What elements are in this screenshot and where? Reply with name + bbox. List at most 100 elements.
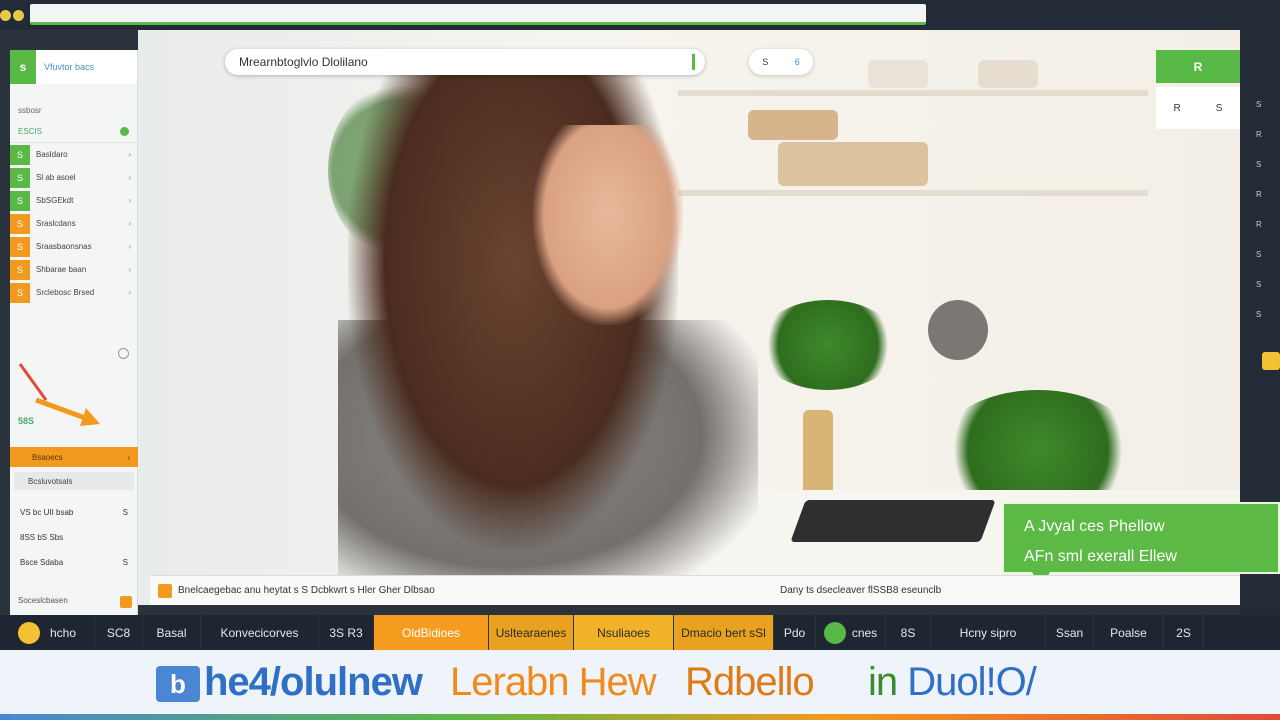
- toolbar-button[interactable]: SC8: [95, 615, 143, 650]
- window-controls[interactable]: [0, 8, 26, 22]
- toolbar-button[interactable]: Usltearaenes: [489, 615, 574, 650]
- sidebar-subheader[interactable]: Bcsluvotsals: [14, 472, 134, 490]
- pencil-cup: [803, 410, 833, 500]
- toolbar-button-label: Ssan: [1055, 625, 1084, 640]
- plant: [758, 300, 898, 390]
- sidebar-item-icon: S: [10, 259, 30, 280]
- toolbar-button[interactable]: Konvecicorves: [201, 615, 319, 650]
- toolbar-button[interactable]: Pdo: [774, 615, 816, 650]
- app-logo-icon[interactable]: s: [10, 50, 36, 84]
- toolbar-button[interactable]: Basal: [143, 615, 201, 650]
- notification-icon[interactable]: [1262, 352, 1280, 370]
- radio-button[interactable]: [118, 348, 129, 359]
- toolbar-button-label: Pdo: [783, 625, 806, 640]
- sidebar-item[interactable]: S Srclebosc Brsed ›: [10, 281, 137, 304]
- banner-word-4a: in: [868, 660, 908, 704]
- rail-item[interactable]: S: [1256, 100, 1261, 109]
- sidebar-item[interactable]: S Sraslcdans ›: [10, 212, 137, 235]
- rail-item[interactable]: R: [1256, 190, 1262, 199]
- toolbar-button[interactable]: Nsuliaoes: [574, 615, 674, 650]
- sidebar-section[interactable]: ESCIS: [10, 119, 137, 143]
- sidebar-orange-label: Bsaoecs: [32, 452, 63, 462]
- toolbar-button[interactable]: hcho: [0, 615, 95, 650]
- sidebar-item-label: Srclebosc Brsed: [36, 288, 95, 297]
- secondary-action-right[interactable]: S: [1216, 103, 1223, 114]
- rail-item[interactable]: S: [1256, 160, 1261, 169]
- toggle-pill[interactable]: S 6: [749, 49, 813, 75]
- toolbar-button[interactable]: 3S R3: [319, 615, 374, 650]
- toolbar-button-label: Poalse: [1110, 625, 1147, 640]
- toolbar-button[interactable]: 2S: [1164, 615, 1204, 650]
- sidebar-count: 58S: [18, 416, 35, 426]
- toolbar-button[interactable]: 8S: [886, 615, 931, 650]
- chevron-right-icon: ›: [128, 219, 131, 228]
- person-face: [533, 125, 683, 325]
- chevron-right-icon: ›: [128, 173, 131, 182]
- avatar-icon: [17, 621, 40, 644]
- sidebar-orange-item[interactable]: Bsaoecs ‹: [10, 447, 138, 467]
- sidebar-brand: Vfuvtor bacs: [44, 62, 95, 72]
- shelf: [678, 90, 1148, 96]
- callout-line-1: A Jvyal ces Phellow: [1024, 518, 1165, 535]
- sidebar-item-icon: S: [10, 282, 30, 303]
- sidebar-item[interactable]: S Sl ab asoel ›: [10, 166, 137, 189]
- main-stage: s Vfuvtor bacs ssbosr ESCIS S Basldaro › S S…: [0, 30, 1280, 615]
- address-bar[interactable]: [30, 4, 926, 25]
- shelf-box: [778, 142, 928, 186]
- search-input[interactable]: Mrearnbtoglvlo Dlolilano: [225, 49, 705, 75]
- caption-right: Dany ts dsecleaver flSSB8 eseunclb: [780, 585, 942, 596]
- sidebar-footer[interactable]: Soceslcbasen: [10, 596, 138, 608]
- caption-left: Bnelcaegebac anu heytat s S Dcbkwrt s Hl…: [178, 585, 435, 596]
- toolbar-button-label: Basal: [156, 625, 187, 640]
- banner-word-4b: Duol!O/: [907, 660, 1037, 704]
- chevron-right-icon: ›: [128, 242, 131, 251]
- window-control-icon[interactable]: [13, 10, 24, 21]
- sidebar-section-label: ESCIS: [18, 127, 43, 136]
- rail-item[interactable]: S: [1256, 250, 1261, 259]
- banner-word-1: he4/olulnew: [204, 660, 423, 704]
- sidebar-item-icon: S: [10, 213, 30, 234]
- list-item[interactable]: Bsce Sdaba S: [10, 550, 138, 575]
- sidebar-item[interactable]: S SbSGEkdt ›: [10, 189, 137, 212]
- toolbar-button[interactable]: Hcny sipro: [931, 615, 1046, 650]
- shelf-box: [748, 110, 838, 140]
- shelf-pot: [868, 60, 928, 88]
- keyboard: [790, 500, 996, 542]
- sidebar-item[interactable]: S Shbarae baan ›: [10, 258, 137, 281]
- list-item[interactable]: VS bc UII bsab S: [10, 500, 138, 525]
- toolbar-button-label: Dmacio bert sSl: [681, 625, 766, 640]
- sidebar-item-icon: S: [10, 144, 30, 165]
- toolbar-button-label: Hcny sipro: [959, 625, 1017, 640]
- toolbar-button[interactable]: Ssan: [1046, 615, 1094, 650]
- toolbar-button-label: SC8: [106, 625, 131, 640]
- text-cursor: [692, 54, 695, 70]
- secondary-action-left[interactable]: R: [1174, 103, 1181, 114]
- chevron-right-icon: ›: [128, 265, 131, 274]
- chevron-right-icon: ›: [128, 288, 131, 297]
- caption-bar: Bnelcaegebac anu heytat s S Dcbkwrt s Hl…: [150, 575, 1240, 605]
- sidebar-item-label: Shbarae baan: [36, 265, 87, 274]
- globe-decor: [928, 300, 988, 360]
- chevron-left-icon: ‹: [127, 452, 130, 462]
- toolbar-button-label: 2S: [1176, 625, 1191, 640]
- toolbar-button[interactable]: cnes: [816, 615, 886, 650]
- chevron-right-icon: ›: [128, 196, 131, 205]
- rail-item[interactable]: S: [1256, 310, 1261, 319]
- pill-right-label: 6: [794, 57, 800, 67]
- sidebar-item-icon: S: [10, 167, 30, 188]
- rail-item[interactable]: S: [1256, 280, 1261, 289]
- rail-item[interactable]: R: [1256, 130, 1262, 139]
- app-window: s Vfuvtor bacs ssbosr ESCIS S Basldaro › S S…: [0, 0, 1280, 720]
- sidebar-item[interactable]: S Sraasbaonsnas ›: [10, 235, 137, 258]
- sidebar-item[interactable]: S Basldaro ›: [10, 143, 137, 166]
- callout-line-2: AFn sml exerall Ellew: [1024, 548, 1177, 565]
- rail-item[interactable]: R: [1256, 220, 1262, 229]
- primary-action-button[interactable]: R: [1156, 50, 1240, 83]
- window-control-icon[interactable]: [0, 10, 11, 21]
- toolbar-button[interactable]: OldBidioes: [374, 615, 489, 650]
- sidebar-item-icon: S: [10, 190, 30, 211]
- banner-word-2: Lerabn Hew: [450, 660, 657, 704]
- list-item[interactable]: 8SS bS Sbs: [10, 525, 138, 550]
- toolbar-button[interactable]: Poalse: [1094, 615, 1164, 650]
- toolbar-button[interactable]: Dmacio bert sSl: [674, 615, 774, 650]
